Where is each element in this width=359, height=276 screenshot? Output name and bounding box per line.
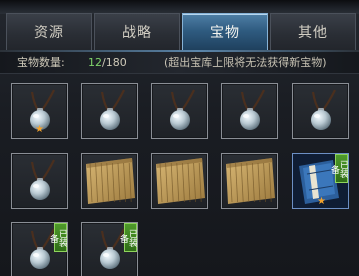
treasure-panel: 资源 战略 宝物 其他 宝物数量: 12/180 (超出宝库上限将无法获得新宝物…: [0, 0, 359, 276]
treasure-count-value: 12/180: [88, 52, 127, 74]
treasure-slot[interactable]: [81, 153, 138, 209]
treasure-slot[interactable]: [81, 83, 138, 139]
treasure-slot[interactable]: [221, 83, 278, 139]
treasure-count-max: 180: [105, 56, 127, 69]
star-icon: ★: [317, 196, 326, 207]
treasure-slot[interactable]: 已装备: [81, 222, 138, 276]
equipped-badge: 已装备: [329, 154, 348, 183]
tab-treasures[interactable]: 宝物: [182, 13, 268, 51]
treasure-slot[interactable]: [292, 83, 349, 139]
treasure-count-row: 宝物数量: 12/180 (超出宝库上限将无法获得新宝物): [0, 52, 359, 74]
panel-top-rim: [0, 0, 359, 14]
tab-strategy[interactable]: 战略: [94, 13, 180, 51]
equipped-badge: 已装备: [48, 223, 67, 252]
treasure-count-label: 宝物数量:: [17, 56, 65, 69]
star-icon: ★: [35, 124, 44, 135]
treasure-slot[interactable]: 已装备: [11, 222, 68, 276]
capacity-hint: (超出宝库上限将无法获得新宝物): [164, 56, 327, 69]
treasure-slot[interactable]: ★: [11, 83, 68, 139]
treasure-slot[interactable]: [221, 153, 278, 209]
treasure-count-current: 12: [88, 56, 102, 69]
equipped-badge: 已装备: [118, 223, 137, 252]
tab-other[interactable]: 其他: [270, 13, 356, 51]
treasure-slot[interactable]: [151, 83, 208, 139]
treasure-slot[interactable]: [11, 153, 68, 209]
tab-resources[interactable]: 资源: [6, 13, 92, 51]
treasure-slot[interactable]: [151, 153, 208, 209]
treasure-slot[interactable]: ★ 已装备: [292, 153, 349, 209]
